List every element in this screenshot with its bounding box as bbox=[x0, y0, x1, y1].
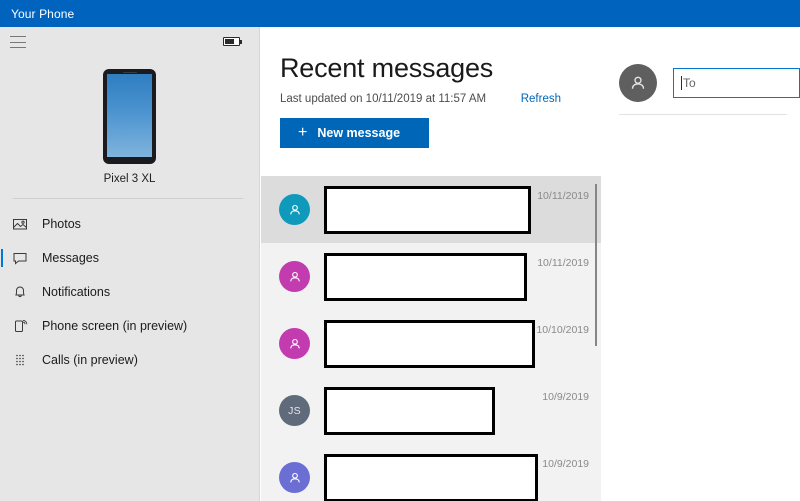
redacted-message-content bbox=[324, 319, 535, 368]
message-date: 10/10/2019 bbox=[536, 324, 589, 336]
compose-pane: To bbox=[601, 27, 800, 501]
sidebar-item-label: Notifications bbox=[42, 285, 111, 299]
avatar: JS bbox=[279, 395, 310, 426]
refresh-link[interactable]: Refresh bbox=[521, 93, 561, 105]
compose-divider bbox=[619, 114, 787, 115]
phone-speaker bbox=[122, 71, 137, 73]
plus-icon: + bbox=[298, 124, 308, 141]
avatar bbox=[279, 328, 310, 359]
battery-fill bbox=[225, 39, 235, 44]
page-title: Recent messages bbox=[280, 53, 494, 83]
avatar bbox=[279, 261, 310, 292]
your-phone-app-window: Your Phone Pixel 3 XL Photos Messages No… bbox=[0, 0, 800, 501]
message-date: 10/11/2019 bbox=[537, 257, 589, 269]
compose-recipient-row: To bbox=[601, 27, 800, 102]
message-date: 10/11/2019 bbox=[537, 190, 589, 202]
device-card: Pixel 3 XL bbox=[0, 59, 259, 185]
scrollbar-thumb[interactable] bbox=[595, 184, 597, 346]
to-input-field[interactable]: To bbox=[673, 68, 800, 98]
avatar-initials: JS bbox=[288, 404, 301, 417]
to-placeholder: To bbox=[683, 76, 696, 90]
messages-header: Recent messages Last updated on 10/11/20… bbox=[261, 27, 601, 148]
new-message-button[interactable]: + New message bbox=[280, 118, 429, 148]
message-date: 10/9/2019 bbox=[542, 458, 589, 470]
device-name: Pixel 3 XL bbox=[103, 173, 156, 185]
scrollbar[interactable] bbox=[592, 176, 601, 501]
calls-icon bbox=[11, 352, 28, 369]
table-row[interactable]: 10/11/2019 bbox=[261, 243, 601, 310]
sidebar-item-messages[interactable]: Messages bbox=[0, 241, 259, 275]
sidebar-item-label: Calls (in preview) bbox=[42, 353, 138, 367]
sidebar-divider bbox=[13, 198, 243, 199]
text-cursor bbox=[681, 76, 682, 90]
redacted-message-content bbox=[324, 453, 538, 501]
new-message-label: New message bbox=[317, 126, 401, 140]
selection-indicator bbox=[1, 249, 3, 267]
sidebar-item-label: Photos bbox=[42, 217, 81, 231]
photos-icon bbox=[11, 216, 28, 233]
sidebar-item-label: Messages bbox=[42, 251, 99, 265]
status-line: Last updated on 10/11/2019 at 11:57 AM R… bbox=[280, 93, 580, 105]
sidebar-item-notifications[interactable]: Notifications bbox=[0, 275, 259, 309]
person-avatar-icon bbox=[619, 64, 657, 102]
sidebar-item-calls[interactable]: Calls (in preview) bbox=[0, 343, 259, 377]
sidebar-item-phone-screen[interactable]: Phone screen (in preview) bbox=[0, 309, 259, 343]
redacted-message-content bbox=[324, 185, 531, 234]
sidebar-nav: Photos Messages Notifications Phone scre… bbox=[0, 207, 259, 377]
window-title: Your Phone bbox=[11, 6, 75, 21]
last-updated-text: Last updated on 10/11/2019 at 11:57 AM bbox=[280, 93, 487, 105]
message-list[interactable]: 10/11/2019 10/11/2019 10/10/2019 JS 10/9… bbox=[261, 176, 601, 501]
phone-illustration bbox=[103, 69, 156, 164]
redacted-message-content bbox=[324, 386, 495, 435]
battery-icon bbox=[223, 37, 242, 46]
notifications-icon bbox=[11, 284, 28, 301]
message-date: 10/9/2019 bbox=[542, 391, 589, 403]
sidebar-item-photos[interactable]: Photos bbox=[0, 207, 259, 241]
avatar bbox=[279, 462, 310, 493]
messages-icon bbox=[11, 250, 28, 267]
avatar bbox=[279, 194, 310, 225]
phone-screen-icon bbox=[11, 318, 28, 335]
sidebar: Pixel 3 XL Photos Messages Notifications… bbox=[0, 27, 260, 501]
messages-pane: Recent messages Last updated on 10/11/20… bbox=[261, 27, 601, 501]
hamburger-menu-icon[interactable] bbox=[10, 36, 26, 48]
phone-screen-graphic bbox=[107, 74, 152, 157]
table-row[interactable]: 10/10/2019 bbox=[261, 310, 601, 377]
table-row[interactable]: JS 10/9/2019 bbox=[261, 377, 601, 444]
sidebar-item-label: Phone screen (in preview) bbox=[42, 319, 188, 333]
sidebar-top-bar bbox=[0, 27, 259, 59]
title-bar: Your Phone bbox=[0, 0, 800, 27]
table-row[interactable]: 10/9/2019 bbox=[261, 444, 601, 501]
redacted-message-content bbox=[324, 252, 527, 301]
table-row[interactable]: 10/11/2019 bbox=[261, 176, 601, 243]
